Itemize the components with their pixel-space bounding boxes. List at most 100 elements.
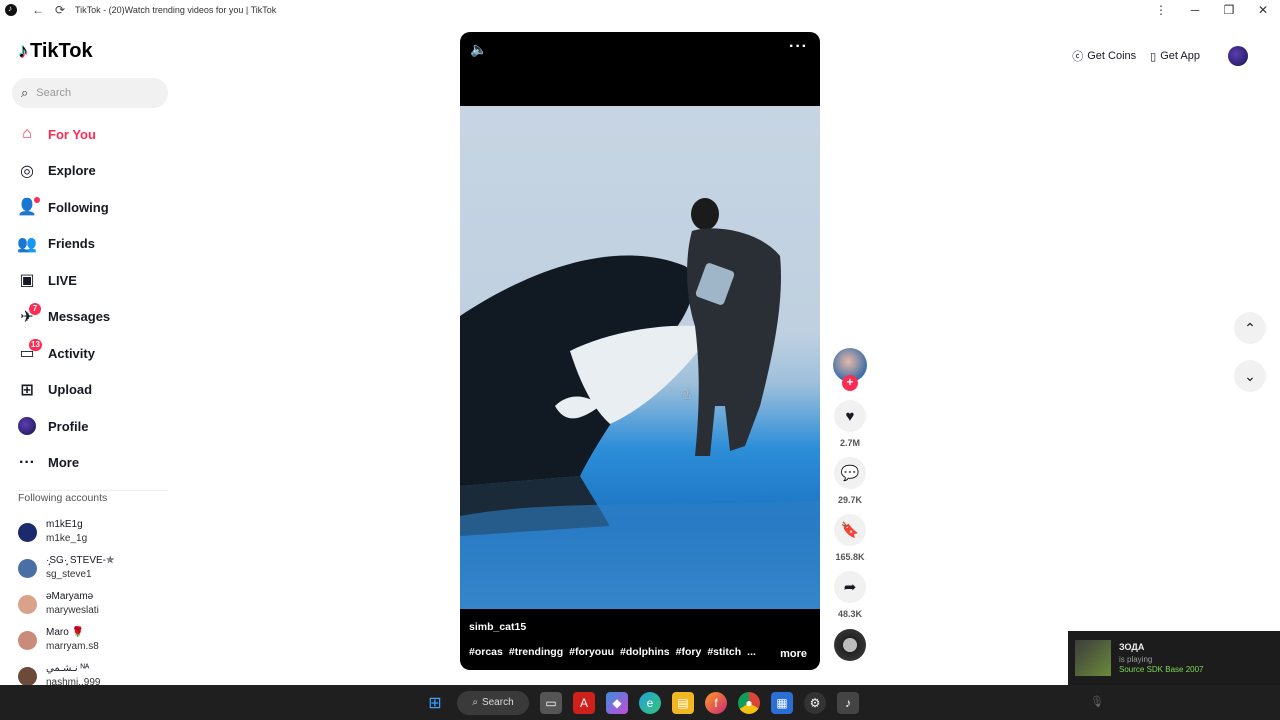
get-app-button[interactable]: ▯ Get App — [1150, 50, 1200, 63]
video-hashtags: #orcas #trendingg #foryouu #dolphins #fo… — [469, 646, 756, 658]
heart-icon[interactable]: ♥ — [834, 400, 866, 432]
nav-label: Explore — [48, 163, 96, 179]
search-icon: ⌕ — [472, 697, 478, 708]
account-name: Maro 🌹 — [46, 627, 85, 638]
hashtag[interactable]: #orcas — [469, 646, 503, 658]
nav-label: Activity — [48, 345, 95, 361]
back-icon[interactable]: ← — [27, 3, 49, 17]
hand-cursor-icon: ☝ — [682, 386, 691, 402]
nav-item-messages[interactable]: ✈ 7 Messages — [18, 299, 168, 336]
caption-more-button[interactable]: more — [780, 648, 807, 660]
nav-item-explore[interactable]: ◎ Explore — [18, 153, 168, 190]
nav-item-upload[interactable]: ⊞ Upload — [18, 372, 168, 409]
avatar — [18, 666, 37, 686]
account-item[interactable]: Maro 🌹 marryam.s8 — [18, 622, 168, 658]
close-icon[interactable]: ✕ — [1246, 3, 1280, 17]
more-dots-icon: ··· — [19, 453, 35, 471]
divider — [18, 490, 168, 491]
hashtag[interactable]: #dolphins — [620, 646, 670, 658]
comment-action[interactable]: 💬 29.7K — [832, 457, 868, 505]
video-player[interactable]: 🔈 ··· simb_cat15 #orcas #trendingg #fory… — [460, 32, 820, 670]
compass-icon: ◎ — [20, 162, 34, 180]
nav-item-friends[interactable]: 👥 Friends — [17, 226, 168, 263]
game-notification[interactable]: ЗОДА is playing Source SDK Base 2007 — [1068, 631, 1280, 685]
creator-avatar[interactable]: + — [833, 348, 867, 391]
windows-start-icon[interactable]: ⊞ — [424, 692, 446, 714]
copilot-icon[interactable]: ◆ — [606, 691, 628, 714]
more-options-icon[interactable]: ··· — [789, 38, 808, 56]
account-username: maryweslati — [46, 605, 99, 616]
steam-icon[interactable]: ⚙ — [804, 691, 826, 714]
new-content-dot — [34, 197, 40, 203]
nav-item-more[interactable]: ··· More — [18, 445, 168, 482]
file-explorer-icon[interactable]: ▤ — [672, 691, 694, 714]
nav-item-following[interactable]: 👤 Following — [17, 189, 168, 226]
account-item[interactable]: ǝMaryamǝ maryweslati — [18, 586, 168, 622]
avatar — [18, 630, 37, 650]
nav-label: Messages — [48, 309, 111, 325]
restore-icon[interactable]: ❐ — [1212, 3, 1246, 17]
reload-icon[interactable]: ⟳ — [49, 3, 71, 17]
nav-label: More — [48, 455, 80, 471]
previous-video-button[interactable]: ⌃ — [1234, 312, 1266, 344]
comment-icon[interactable]: 💬 — [834, 457, 866, 489]
hashtag-ellipsis: ... — [747, 646, 756, 658]
search-placeholder: Search — [36, 87, 72, 99]
nav-item-for-you[interactable]: ⌂ For You — [18, 116, 168, 153]
hashtag[interactable]: #stitch — [707, 646, 741, 658]
user-avatar[interactable] — [1228, 46, 1248, 66]
chrome-icon[interactable]: ● — [738, 691, 760, 714]
main-nav: ⌂ For You ◎ Explore 👤 Following 👥 Friend… — [17, 116, 168, 482]
menu-icon[interactable]: ⋮ — [1144, 3, 1178, 17]
search-input[interactable]: ⌕ Search — [12, 78, 168, 108]
volume-icon[interactable]: 🔈 — [470, 41, 487, 58]
logo-text: TikTok — [30, 40, 93, 62]
acrobat-icon[interactable]: A — [573, 691, 595, 714]
music-disc-icon[interactable] — [834, 629, 866, 661]
account-item[interactable]: ·̩͙SG·̩͙ STEVE-✯ sg_steve1 — [18, 550, 168, 586]
share-action[interactable]: ➦ 48.3K — [832, 571, 868, 619]
next-video-button[interactable]: ⌄ — [1234, 360, 1266, 392]
taskbar: ⊞ ⌕ Search ▭ A ◆ e ▤ f ● ▦ ⚙ ♪ 🎙 — [0, 685, 1280, 720]
friend-status: is playing — [1119, 655, 1153, 664]
share-icon[interactable]: ➦ — [834, 571, 866, 603]
nav-item-activity[interactable]: ▭ 13 Activity — [18, 335, 168, 372]
hashtag[interactable]: #foryouu — [569, 646, 614, 658]
like-action[interactable]: ♥ 2.7M — [832, 400, 868, 448]
nav-item-live[interactable]: ▣ LIVE — [18, 262, 168, 299]
chevron-up-icon: ⌃ — [1244, 319, 1256, 336]
account-username: m1ke_1g — [46, 533, 88, 544]
share-count: 48.3K — [837, 609, 863, 619]
save-action[interactable]: 🔖 165.8K — [832, 514, 868, 562]
get-app-label: Get App — [1160, 50, 1200, 62]
nav-label: Friends — [48, 236, 95, 252]
tiktok-taskbar-icon[interactable]: ♪ — [837, 691, 859, 714]
follow-plus-icon[interactable]: + — [842, 375, 858, 391]
messages-badge: 7 — [29, 302, 41, 315]
search-icon: ⌕ — [21, 85, 29, 100]
friends-icon: 👥 — [17, 235, 37, 253]
store-icon[interactable]: ▦ — [771, 691, 793, 714]
account-name: ·̩͙SG·̩͙ STEVE-✯ — [46, 555, 115, 566]
video-actions: + ♥ 2.7M 💬 29.7K 🔖 165.8K ➦ 48.3K — [832, 348, 868, 661]
hashtag[interactable]: #trendingg — [509, 646, 563, 658]
nav-item-profile[interactable]: Profile — [18, 408, 168, 445]
edge-icon[interactable]: e — [639, 691, 661, 714]
save-count: 165.8K — [835, 552, 865, 562]
firefox-icon[interactable]: f — [705, 691, 727, 714]
account-name: ǝMaryamǝ — [46, 591, 94, 602]
task-view-icon[interactable]: ▭ — [540, 691, 562, 714]
tiktok-logo[interactable]: ♪ TikTok — [18, 40, 93, 63]
following-accounts-list: m1kE1g m1ke_1g ·̩͙SG·̩͙ STEVE-✯ sg_steve1 … — [18, 514, 168, 694]
hashtag[interactable]: #fory — [676, 646, 702, 658]
following-accounts-title: Following accounts — [18, 492, 108, 504]
account-item[interactable]: m1kE1g m1ke_1g — [18, 514, 168, 550]
minimize-icon[interactable]: ─ — [1178, 3, 1212, 17]
taskbar-search[interactable]: ⌕ Search — [457, 690, 529, 715]
video-author[interactable]: simb_cat15 — [469, 621, 526, 633]
get-coins-button[interactable]: ⓒ Get Coins — [1072, 48, 1136, 64]
comment-count: 29.7K — [837, 495, 863, 505]
bookmark-icon[interactable]: 🔖 — [834, 514, 866, 546]
game-name: Source SDK Base 2007 — [1119, 665, 1204, 674]
microphone-icon[interactable]: 🎙 — [1090, 695, 1104, 708]
